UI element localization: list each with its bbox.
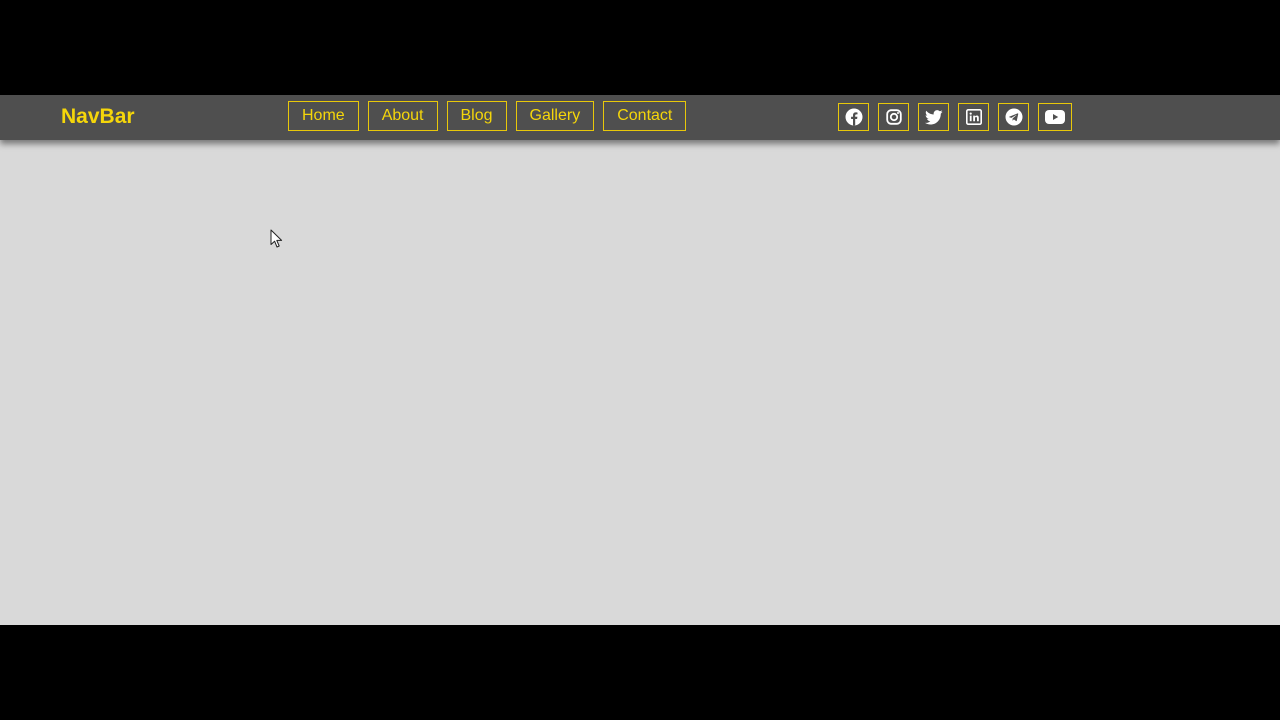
nav-links: Home About Blog Gallery Contact xyxy=(288,101,687,131)
twitter-link[interactable] xyxy=(918,103,949,131)
telegram-icon xyxy=(1005,108,1022,126)
brand-logo[interactable]: NavBar xyxy=(61,105,135,129)
linkedin-link[interactable] xyxy=(958,103,989,131)
linkedin-icon xyxy=(965,109,982,125)
navbar: NavBar Home About Blog Gallery Contact xyxy=(0,95,1280,140)
facebook-link[interactable] xyxy=(838,103,869,131)
youtube-link[interactable] xyxy=(1038,103,1072,131)
mouse-cursor-icon xyxy=(270,229,283,248)
nav-link-about[interactable]: About xyxy=(367,101,438,131)
instagram-link[interactable] xyxy=(878,103,909,131)
facebook-icon xyxy=(845,108,862,126)
social-links xyxy=(838,103,1072,131)
letterbox-bottom xyxy=(0,625,1280,720)
page-viewport: NavBar Home About Blog Gallery Contact xyxy=(0,95,1280,625)
nav-link-gallery[interactable]: Gallery xyxy=(515,101,595,131)
twitter-icon xyxy=(924,109,943,124)
instagram-icon xyxy=(885,109,902,125)
letterbox-top xyxy=(0,0,1280,95)
nav-link-home[interactable]: Home xyxy=(288,101,359,131)
nav-link-blog[interactable]: Blog xyxy=(446,101,507,131)
youtube-icon xyxy=(1045,110,1065,124)
nav-link-contact[interactable]: Contact xyxy=(603,101,687,131)
telegram-link[interactable] xyxy=(998,103,1029,131)
